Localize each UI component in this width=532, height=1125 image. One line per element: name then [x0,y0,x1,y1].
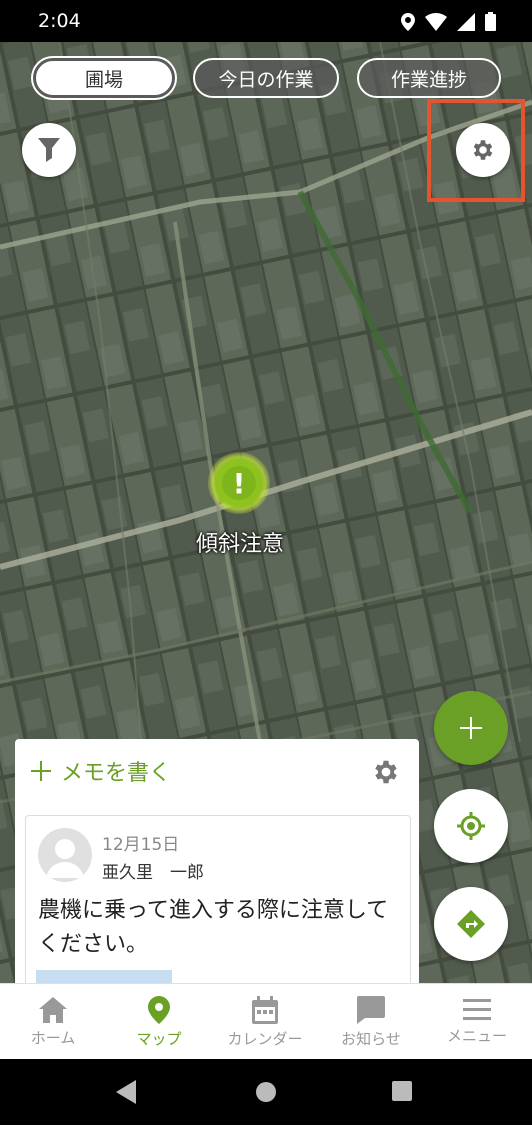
memo-panel: メモを書く 12月15日 亜久里 一郎 農機に乗って進入する際に注意してください… [15,739,419,983]
home-circle-icon[interactable] [255,1081,277,1103]
memo-text: 農機に乗って進入する際に注意してください。 [38,898,389,957]
status-icons [401,12,496,31]
memo-attachment-image[interactable] [36,970,172,983]
marker-symbol: ! [233,467,246,500]
my-location-button[interactable] [434,789,508,863]
marker-label: 傾斜注意 [195,532,284,557]
plus-icon [31,761,51,781]
memo-settings-button[interactable] [371,757,401,791]
directions-icon [457,910,485,938]
crosshair-icon [457,812,485,840]
add-button[interactable] [434,691,508,765]
calendar-icon [252,995,278,1024]
nav-map-label: マップ [136,1029,182,1048]
location-icon [401,12,415,31]
recents-icon[interactable] [392,1081,412,1101]
map-pin-icon [148,995,170,1024]
nav-menu[interactable]: メニュー [424,984,530,1060]
write-memo-button[interactable]: メモを書く [31,755,171,787]
memo-author: 亜久里 一郎 [102,863,204,883]
write-memo-label: メモを書く [61,761,172,786]
nav-home-label: ホーム [30,1028,76,1047]
view-tabs: 圃場 今日の作業 作業進捗 [0,58,532,102]
wifi-icon [425,12,447,31]
nav-notifications[interactable]: お知らせ [318,984,424,1060]
status-time: 2:04 [38,10,81,32]
message-icon [357,995,385,1024]
person-icon [46,839,84,878]
signal-icon [457,12,475,31]
nav-calendar[interactable]: カレンダー [212,984,318,1060]
warning-marker[interactable]: ! [208,452,270,514]
filter-button[interactable] [22,123,76,177]
menu-icon [463,998,491,1020]
nav-home[interactable]: ホーム [0,984,106,1060]
directions-button[interactable] [434,887,508,961]
memo-date: 12月15日 [102,835,180,855]
exclamation-icon: ! [222,466,256,500]
nav-menu-label: メニュー [446,1026,507,1045]
battery-icon [485,12,496,31]
bottom-nav: ホーム マップ カレンダー お知らせ メニュー [0,983,532,1060]
back-icon[interactable] [116,1080,138,1104]
gear-icon [375,760,397,784]
status-bar: 2:04 [0,0,532,42]
highlight-box [427,99,525,202]
system-nav-bar [0,1059,532,1125]
nav-map[interactable]: マップ [106,984,212,1060]
memo-card[interactable]: 12月15日 亜久里 一郎 農機に乗って進入する際に注意してください。 [25,815,411,983]
avatar [38,828,92,882]
filter-icon [38,138,60,162]
tab-work-progress[interactable]: 作業進捗 [357,58,501,98]
nav-notifications-label: お知らせ [341,1029,401,1048]
tab-todays-work[interactable]: 今日の作業 [193,58,339,98]
nav-calendar-label: カレンダー [227,1029,303,1048]
plus-icon [460,717,482,739]
tab-fields[interactable]: 圃場 [33,58,175,98]
home-icon [39,996,67,1023]
